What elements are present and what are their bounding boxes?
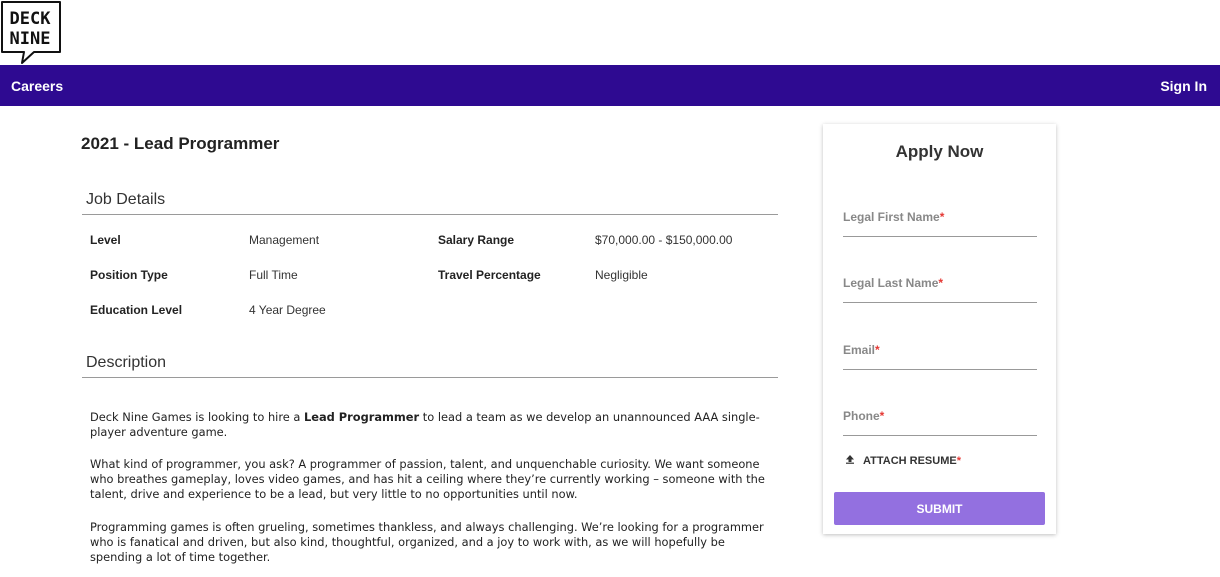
apply-now-card: Apply Now Legal First Name* Legal Last N… [823, 124, 1056, 534]
legal-first-name-field[interactable]: Legal First Name* [843, 200, 1041, 238]
job-details-heading: Job Details [86, 191, 166, 208]
salary-range-value: $70,000.00 - $150,000.00 [595, 233, 733, 247]
deck-nine-logo[interactable]: DECK NINE [0, 0, 64, 64]
legal-last-name-input[interactable] [843, 266, 1041, 304]
logo-text-line1: DECK [10, 9, 52, 29]
description-paragraph-2: What kind of programmer, you ask? A prog… [90, 457, 765, 501]
position-type-label: Position Type [90, 268, 168, 282]
phone-input[interactable] [843, 399, 1041, 437]
description-p1-highlight: Lead Programmer [304, 410, 420, 424]
attach-resume-button[interactable]: ATTACH RESUME* [845, 454, 961, 467]
travel-percentage-value: Negligible [595, 268, 648, 282]
education-level-value: 4 Year Degree [249, 303, 326, 317]
job-title: 2021 - Lead Programmer [81, 134, 280, 153]
description-paragraph-3: Programming games is often grueling, som… [90, 520, 764, 564]
top-nav-bar: Careers Sign In [0, 65, 1220, 106]
apply-now-title: Apply Now [895, 142, 984, 161]
job-details-divider [82, 214, 778, 215]
legal-last-name-field[interactable]: Legal Last Name* [843, 266, 1041, 304]
upload-icon [845, 454, 855, 467]
sign-in-link[interactable]: Sign In [1160, 78, 1207, 94]
email-field[interactable]: Email* [843, 333, 1041, 371]
level-value: Management [249, 233, 320, 247]
logo-text-line2: NINE [10, 29, 51, 49]
description-paragraph-1: Deck Nine Games is looking to hire a Lea… [90, 410, 780, 440]
salary-range-label: Salary Range [438, 233, 515, 247]
required-asterisk: * [956, 455, 961, 467]
phone-field[interactable]: Phone* [843, 399, 1041, 437]
position-type-value: Full Time [249, 268, 298, 282]
description-p1-start: Deck Nine Games is looking to hire a [90, 410, 305, 424]
description-heading: Description [86, 354, 167, 371]
legal-first-name-input[interactable] [843, 200, 1041, 238]
careers-link[interactable]: Careers [11, 78, 63, 94]
description-divider [82, 377, 778, 378]
email-input[interactable] [843, 333, 1041, 371]
submit-button[interactable]: SUBMIT [834, 492, 1045, 525]
attach-resume-label: ATTACH RESUME [863, 455, 957, 467]
travel-percentage-label: Travel Percentage [438, 268, 541, 282]
level-label: Level [90, 233, 121, 247]
education-level-label: Education Level [90, 303, 183, 317]
